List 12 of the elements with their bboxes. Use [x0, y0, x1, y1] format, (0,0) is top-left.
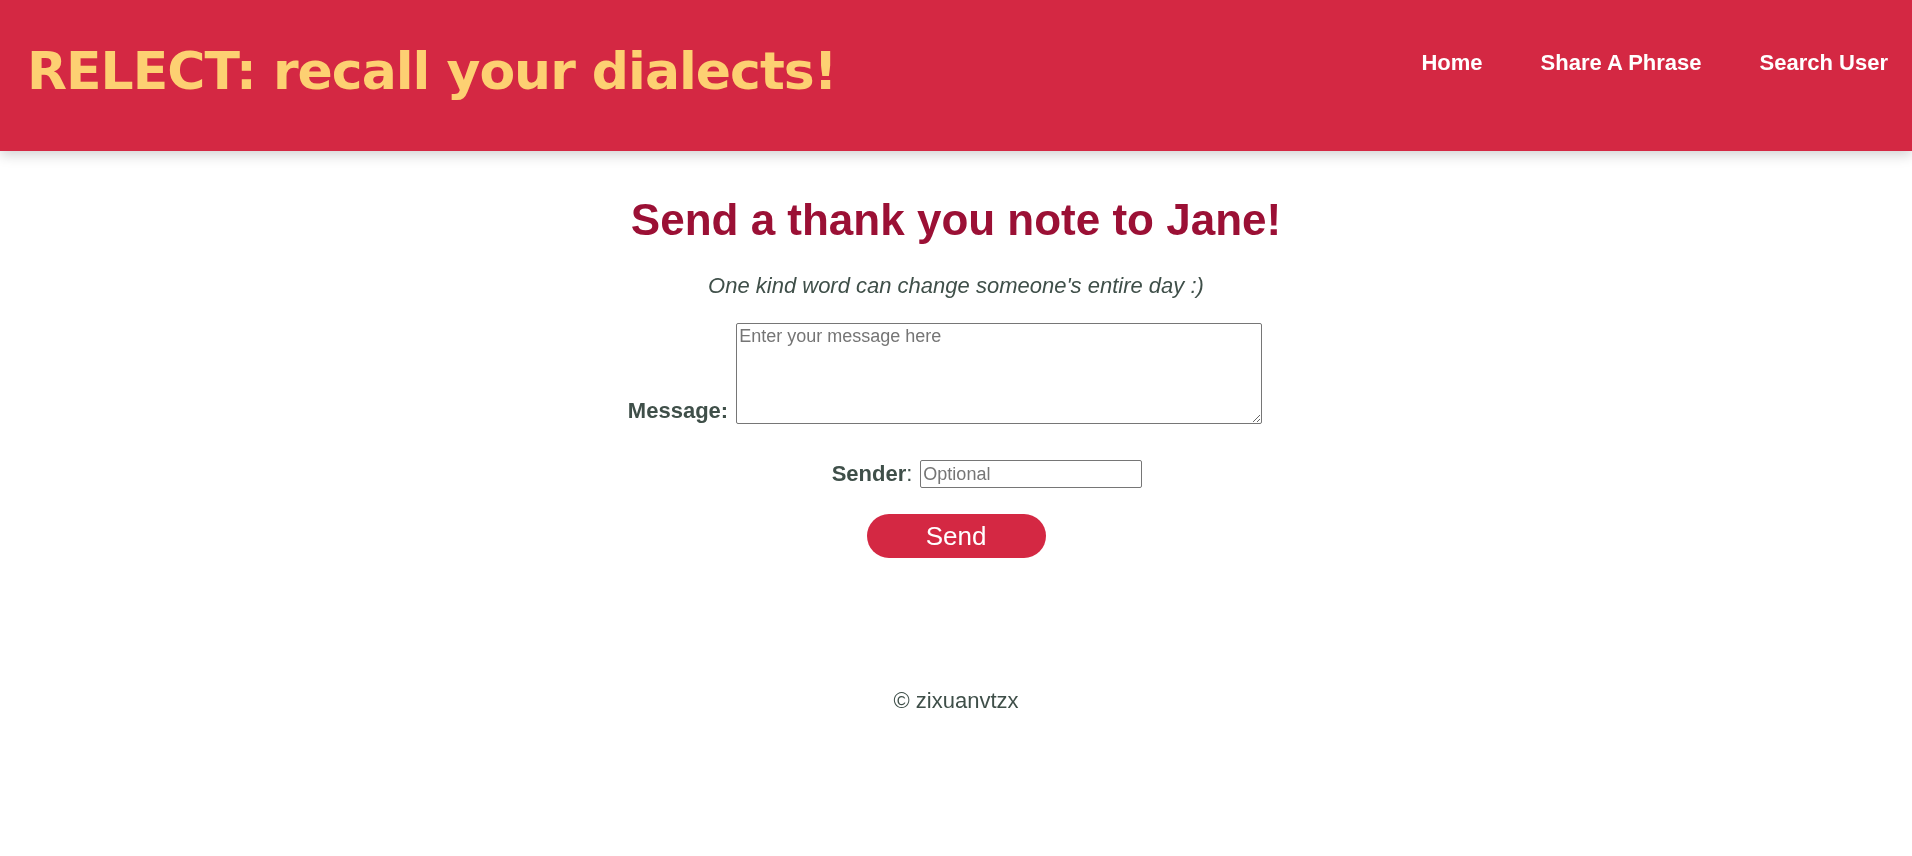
send-button[interactable]: Send [866, 514, 1046, 558]
nav-link[interactable]: Share A Phrase [1540, 50, 1702, 76]
message-field[interactable]: Enter your message here [736, 323, 1263, 424]
subtitle: One kind word can change someone's entire day :) [708, 273, 1204, 299]
site-logo[interactable]: RELECT: recall your dialects! [27, 40, 837, 101]
message-label: Message: [627, 398, 729, 424]
copyright-text: © zixuanvtzx [893, 688, 1019, 714]
nav-link[interactable]: Home [1421, 50, 1483, 76]
sender-field[interactable]: Optional [920, 460, 1143, 488]
sender-label: Sender: [831, 461, 913, 487]
page-title: Send a thank you note to Jane! [630, 195, 1282, 245]
nav-link[interactable]: Search User [1759, 50, 1888, 76]
